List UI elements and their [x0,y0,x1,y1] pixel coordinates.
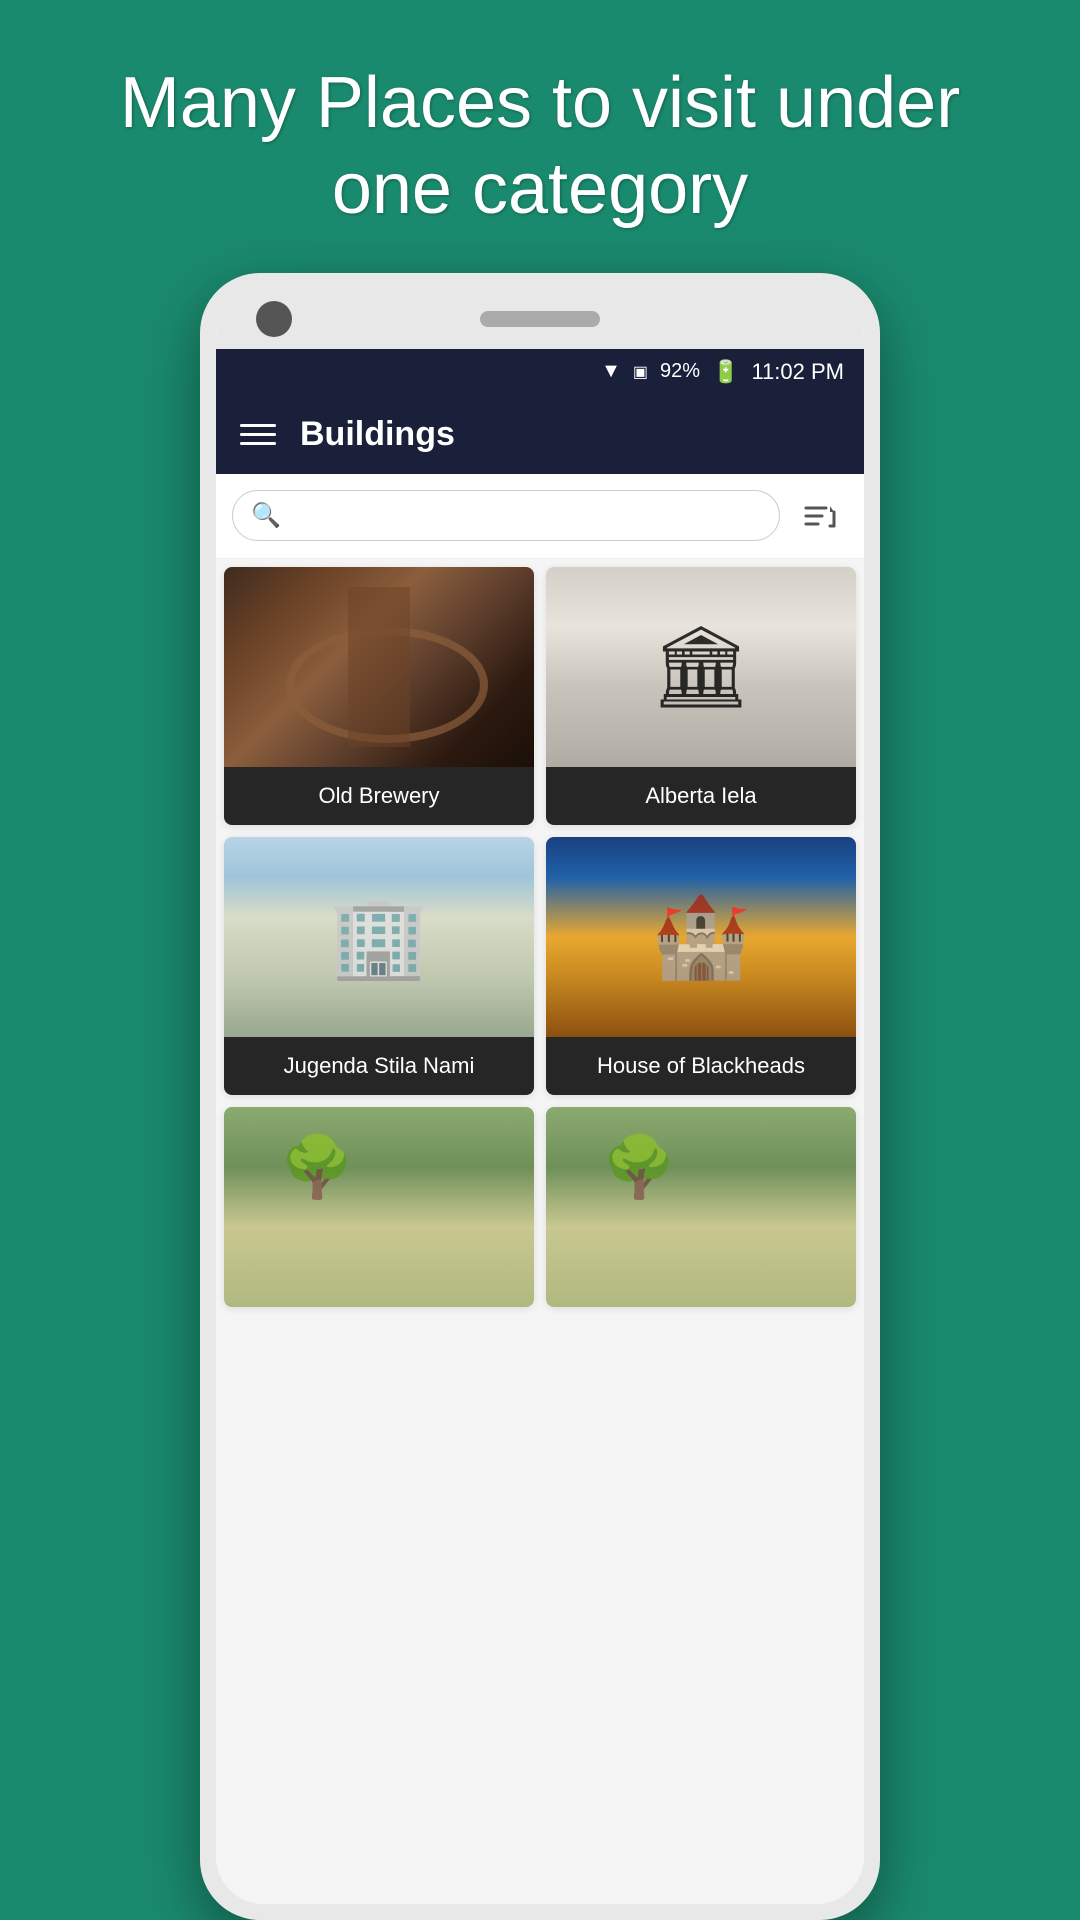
page-headline: Many Places to visit under one category [0,0,1080,273]
status-bar: ▼ ▣ 92% 🔋 11:02 PM [216,349,864,395]
card-jugenda-stila-nami[interactable]: Jugenda Stila Nami [224,837,534,1095]
card-image-partial-2 [546,1107,856,1307]
signal-icon: ▣ [633,362,648,382]
card-label-jugenda-stila-nami: Jugenda Stila Nami [224,1037,534,1095]
camera [256,301,292,337]
search-bar-container: 🔍 [216,474,864,559]
hamburger-line-2 [240,433,276,436]
card-image-partial-1 [224,1107,534,1307]
wifi-icon: ▼ [601,360,621,383]
app-bar-title: Buildings [300,415,455,454]
battery-percentage: 92% [660,360,700,383]
battery-icon: 🔋 [712,359,739,385]
card-house-of-blackheads[interactable]: House of Blackheads [546,837,856,1095]
speaker [480,311,600,327]
card-partial-2[interactable] [546,1107,856,1307]
card-label-old-brewery: Old Brewery [224,767,534,825]
buildings-grid: Old Brewery Alberta Iela Jugenda Stila N… [224,567,856,1307]
menu-button[interactable] [240,424,276,445]
card-image-jugenda-stila-nami [224,837,534,1037]
content-area: Old Brewery Alberta Iela Jugenda Stila N… [216,559,864,1904]
card-partial-1[interactable] [224,1107,534,1307]
clock: 11:02 PM [751,359,844,385]
card-image-old-brewery [224,567,534,767]
app-bar: Buildings [216,395,864,474]
hamburger-line-3 [240,442,276,445]
search-input[interactable] [291,503,761,529]
phone-top-bar [216,289,864,349]
card-image-house-of-blackheads [546,837,856,1037]
search-icon: 🔍 [251,501,281,530]
card-old-brewery[interactable]: Old Brewery [224,567,534,825]
phone-mockup: ▼ ▣ 92% 🔋 11:02 PM Buildings 🔍 [200,273,880,1920]
card-image-alberta-iela [546,567,856,767]
card-label-house-of-blackheads: House of Blackheads [546,1037,856,1095]
hamburger-line-1 [240,424,276,427]
card-label-alberta-iela: Alberta Iela [546,767,856,825]
sort-button[interactable] [792,488,848,544]
search-input-wrapper[interactable]: 🔍 [232,490,780,541]
card-alberta-iela[interactable]: Alberta Iela [546,567,856,825]
